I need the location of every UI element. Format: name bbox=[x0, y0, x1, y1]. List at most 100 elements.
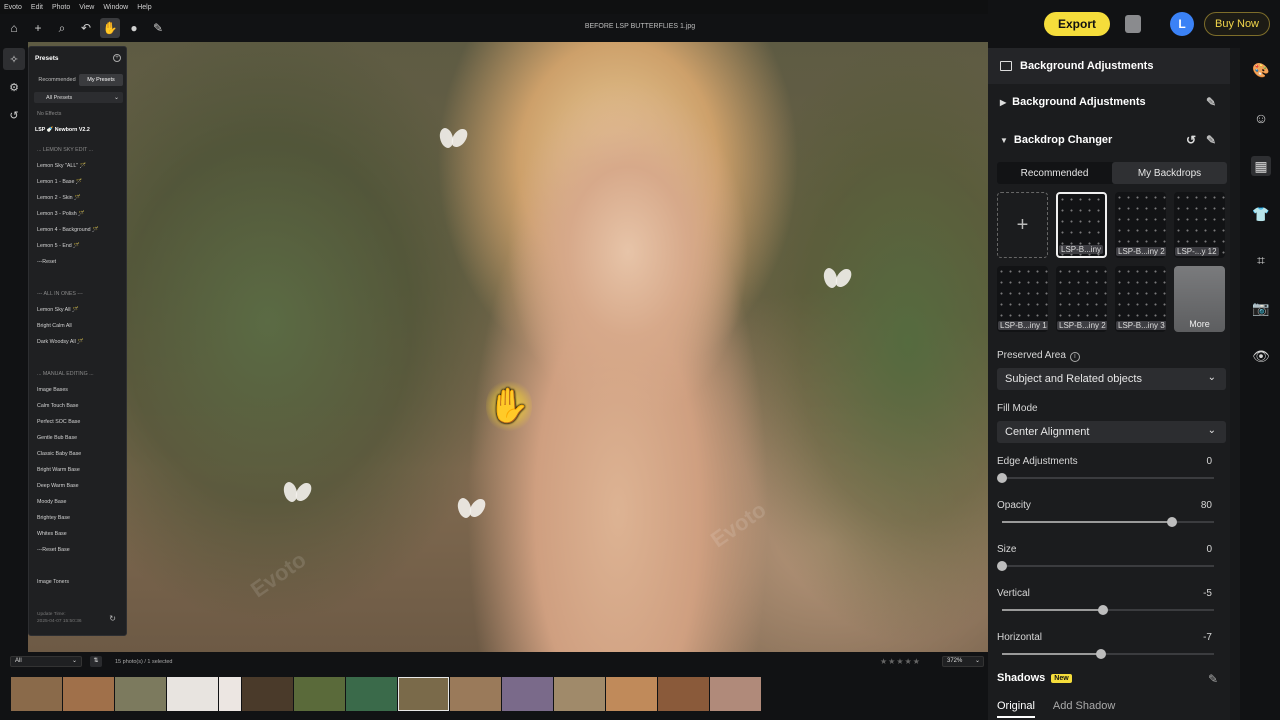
preset-item[interactable]: Lemon 4 - Background 🪄 bbox=[37, 227, 99, 233]
preset-item[interactable]: Image Bases bbox=[37, 387, 68, 393]
preview-icon[interactable]: 👁 bbox=[1251, 346, 1271, 366]
slider-value[interactable]: 0 bbox=[1206, 456, 1212, 467]
slider-handle[interactable] bbox=[1095, 649, 1106, 659]
tab-my-presets[interactable]: My Presets bbox=[79, 74, 123, 86]
preset-item[interactable]: Brightey Base bbox=[37, 515, 70, 521]
thumbnail[interactable] bbox=[554, 677, 605, 711]
preset-item[interactable]: Perfect SOC Base bbox=[37, 419, 80, 425]
thumbnail[interactable] bbox=[115, 677, 166, 711]
slider-value[interactable]: -7 bbox=[1203, 632, 1212, 643]
slider-handle[interactable] bbox=[997, 473, 1007, 483]
thumbnail[interactable] bbox=[502, 677, 553, 711]
backdrop-tile[interactable]: LSP-B...iny 3 bbox=[1115, 266, 1166, 332]
menu-help[interactable]: Help bbox=[137, 4, 151, 11]
clothing-icon[interactable]: 👕 bbox=[1251, 204, 1271, 224]
preset-item[interactable]: Classic Baby Base bbox=[37, 451, 81, 457]
section-backdrop-changer[interactable]: ▼ Backdrop Changer ↺ ✎ bbox=[988, 128, 1230, 152]
thumbnail[interactable] bbox=[294, 677, 345, 711]
preset-item[interactable]: Bright Warm Base bbox=[37, 467, 80, 473]
preset-item[interactable]: ---Reset bbox=[37, 259, 56, 265]
menu-evoto[interactable]: Evoto bbox=[4, 4, 22, 11]
thumbnail[interactable] bbox=[710, 677, 761, 711]
thumbnail[interactable] bbox=[450, 677, 501, 711]
preset-item[interactable]: Lemon 3 - Polish 🪄 bbox=[37, 211, 85, 217]
preset-item[interactable]: Whites Base bbox=[37, 531, 67, 537]
menu-edit[interactable]: Edit bbox=[31, 4, 43, 11]
rating-stars[interactable]: ★★★★★ bbox=[880, 657, 921, 666]
menu-photo[interactable]: Photo bbox=[52, 4, 70, 11]
thumbnail[interactable] bbox=[11, 677, 62, 711]
slider-track[interactable] bbox=[1002, 605, 1214, 615]
slider-track[interactable] bbox=[1002, 649, 1214, 659]
preset-item[interactable]: Lemon Sky "ALL" 🪄 bbox=[37, 163, 86, 169]
slider-track[interactable] bbox=[997, 473, 1214, 483]
thumbnail[interactable] bbox=[63, 677, 114, 711]
backdrop-tile[interactable]: LSP-B...iny 2 bbox=[1056, 266, 1107, 332]
more-backdrops-button[interactable]: More bbox=[1174, 266, 1225, 332]
backdrop-tile[interactable]: LSP-B...iny 1 bbox=[997, 266, 1048, 332]
slider-value[interactable]: -5 bbox=[1203, 588, 1212, 599]
tab-recommended[interactable]: Recommended bbox=[35, 74, 79, 86]
info-icon[interactable]: i bbox=[1069, 352, 1080, 362]
presets-icon[interactable]: ✧ bbox=[3, 48, 25, 70]
brush-icon[interactable]: ● bbox=[124, 18, 144, 38]
tab-add-shadow[interactable]: Add Shadow bbox=[1053, 700, 1115, 718]
thumbnail[interactable] bbox=[606, 677, 657, 711]
filmstrip-filter-select[interactable]: All ⌄ bbox=[10, 656, 82, 667]
undo-icon[interactable]: ↶ bbox=[76, 18, 96, 38]
settings-icon[interactable]: ⚙ bbox=[3, 76, 25, 98]
preset-item[interactable]: Gentle Bub Base bbox=[37, 435, 77, 441]
thumbnail[interactable] bbox=[346, 677, 397, 711]
zoom-select[interactable]: 372% ⌄ bbox=[942, 656, 984, 667]
tab-recommended[interactable]: Recommended bbox=[997, 162, 1112, 184]
backdrop-tile[interactable]: LSP-B...iny 2 bbox=[1115, 192, 1166, 258]
sort-icon[interactable]: ⇅ bbox=[90, 656, 102, 667]
no-effects-item[interactable]: No Effects bbox=[37, 111, 61, 117]
preset-item[interactable]: Deep Warm Base bbox=[37, 483, 79, 489]
slider-handle[interactable] bbox=[1166, 517, 1177, 527]
tab-my-backdrops[interactable]: My Backdrops bbox=[1112, 162, 1227, 184]
menu-view[interactable]: View bbox=[79, 4, 94, 11]
history-icon[interactable]: ↺ bbox=[3, 104, 25, 126]
reset-icon[interactable]: ↺ bbox=[1186, 133, 1196, 147]
preset-item[interactable]: Lemon 5 - End 🪄 bbox=[37, 243, 80, 249]
photo-canvas[interactable]: Evoto Evoto ✋ bbox=[28, 42, 988, 652]
preset-item[interactable]: Lemon 1 - Base 🪄 bbox=[37, 179, 82, 185]
pen-icon[interactable]: ✎ bbox=[148, 18, 168, 38]
home-icon[interactable]: ⌂ bbox=[4, 18, 24, 38]
slider-value[interactable]: 0 bbox=[1206, 544, 1212, 555]
refresh-icon[interactable]: ↻ bbox=[109, 614, 116, 623]
tab-original[interactable]: Original bbox=[997, 700, 1035, 718]
crop-icon[interactable]: ⌗ bbox=[1251, 250, 1271, 270]
compare-icon[interactable] bbox=[1125, 15, 1141, 33]
add-backdrop-button[interactable]: + bbox=[997, 192, 1048, 258]
preset-item[interactable]: Dark Woodsy All 🪄 bbox=[37, 339, 84, 345]
presets-filter-select[interactable]: All Presets ⌄ bbox=[34, 92, 123, 103]
backdrop-tile[interactable]: LSP-B...iny bbox=[1056, 192, 1107, 258]
avatar[interactable]: L bbox=[1170, 12, 1194, 36]
export-button[interactable]: Export bbox=[1044, 12, 1110, 36]
buy-now-button[interactable]: Buy Now bbox=[1204, 12, 1270, 36]
add-icon[interactable]: + bbox=[28, 18, 48, 38]
preset-item[interactable]: Bright Calm All bbox=[37, 323, 72, 329]
preset-item[interactable]: Calm Touch Base bbox=[37, 403, 78, 409]
slider-track[interactable] bbox=[997, 561, 1214, 571]
slider-track[interactable] bbox=[1002, 517, 1214, 527]
preset-item[interactable]: Moody Base bbox=[37, 499, 66, 505]
preset-item[interactable]: Lemon 2 - Skin 🪄 bbox=[37, 195, 81, 201]
hand-tool-icon[interactable]: ✋ bbox=[100, 18, 120, 38]
background-icon[interactable]: ▦ bbox=[1251, 156, 1271, 176]
camera-icon[interactable]: 📷 bbox=[1251, 298, 1271, 318]
thumbnail[interactable] bbox=[167, 677, 218, 711]
add-preset-icon[interactable]: + bbox=[113, 54, 121, 62]
backdrop-tile[interactable]: LSP-...y 12 bbox=[1174, 192, 1225, 258]
menu-window[interactable]: Window bbox=[103, 4, 128, 11]
edit-icon[interactable]: ✎ bbox=[1208, 672, 1218, 686]
palette-icon[interactable]: 🎨 bbox=[1251, 60, 1271, 80]
slider-handle[interactable] bbox=[1097, 605, 1108, 615]
edit-icon[interactable]: ✎ bbox=[1206, 133, 1216, 147]
fill-mode-select[interactable]: Center Alignment ⌄ bbox=[997, 421, 1226, 443]
preset-group-title[interactable]: LSP 🍼 Newborn V2.2 bbox=[35, 127, 90, 133]
slider-handle[interactable] bbox=[997, 561, 1007, 571]
preset-item[interactable]: Image Toners bbox=[37, 579, 69, 585]
